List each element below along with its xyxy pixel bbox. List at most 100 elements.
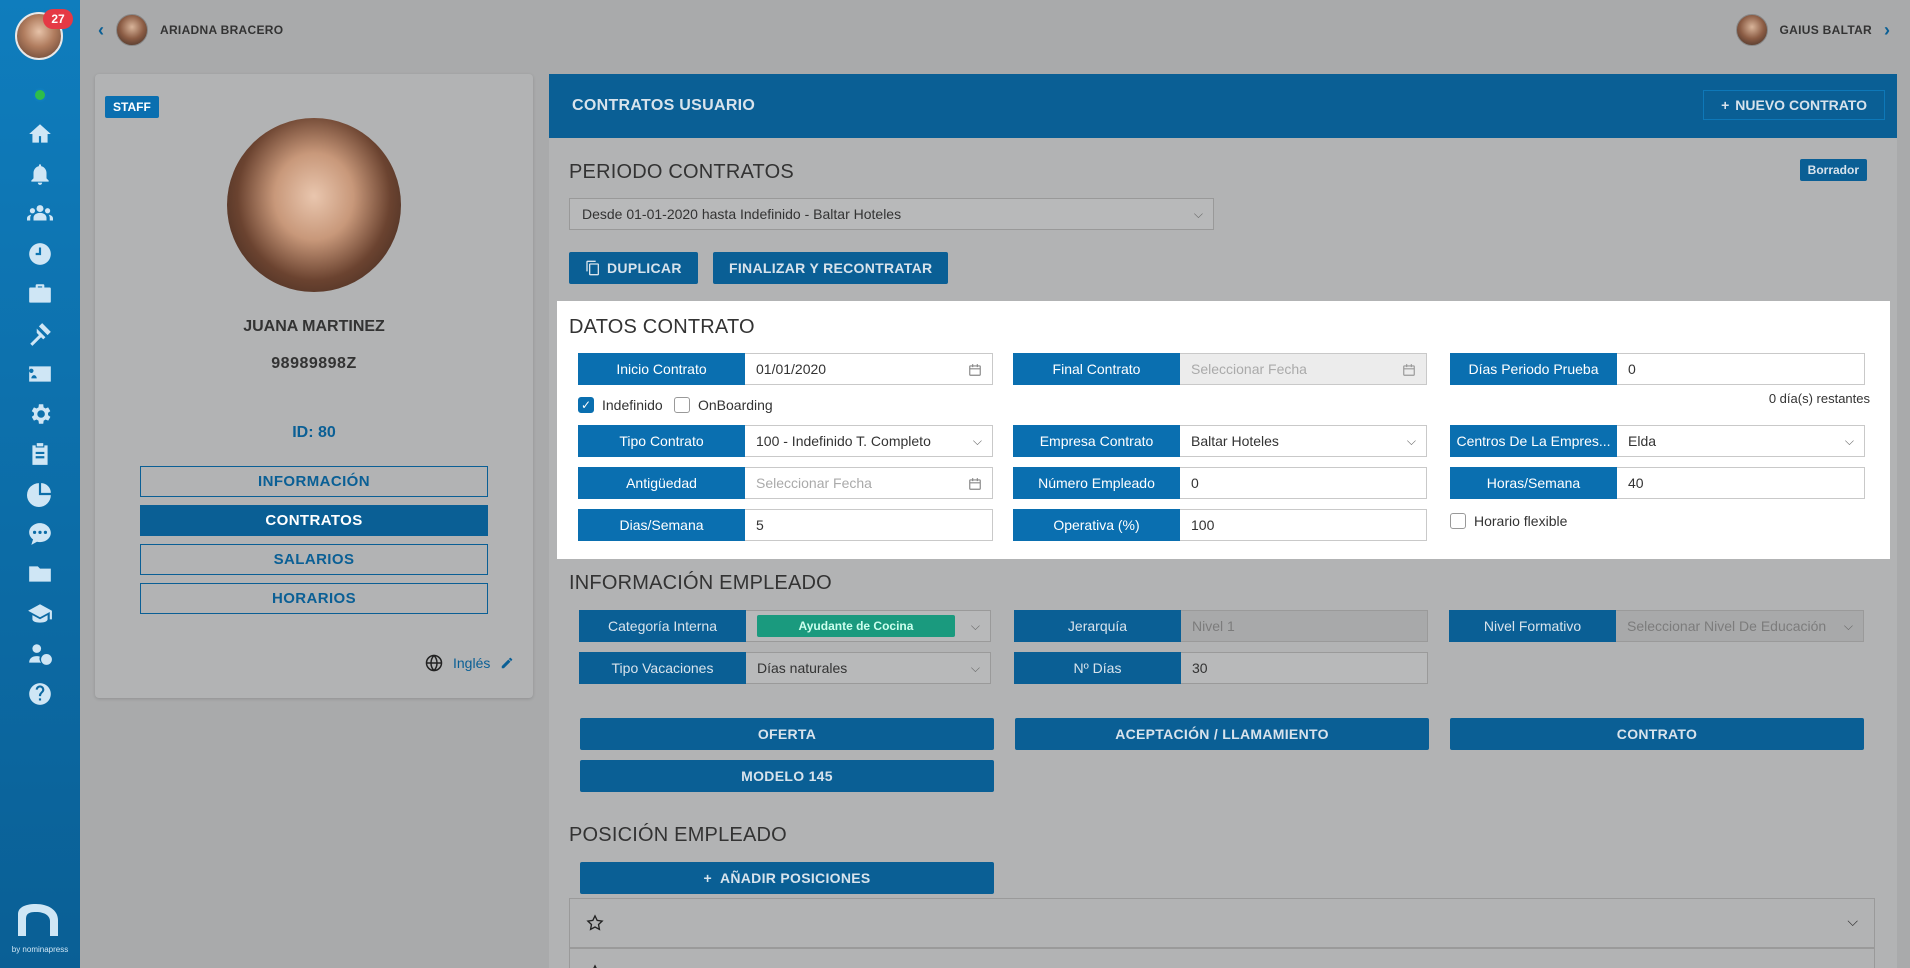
n-dias-label: Nº Días	[1014, 652, 1181, 684]
numero-empleado-input[interactable]: 0	[1180, 467, 1427, 499]
horario-flexible-checkbox[interactable]: Horario flexible	[1450, 513, 1567, 529]
oferta-button[interactable]: OFERTA	[580, 718, 994, 750]
gavel-icon[interactable]	[24, 318, 56, 350]
previous-user-nav[interactable]: ‹ ARIADNA BRACERO	[98, 14, 283, 46]
salarios-button[interactable]: SALARIOS	[140, 544, 488, 575]
next-user-nav[interactable]: GAIUS BALTAR ›	[1735, 14, 1890, 46]
chevron-down-icon: ⌵	[1406, 434, 1416, 448]
period-select[interactable]: Desde 01-01-2020 hasta Indefinido - Balt…	[569, 198, 1214, 230]
antiguedad-placeholder: Seleccionar Fecha	[756, 475, 872, 491]
pie-chart-icon[interactable]	[24, 478, 56, 510]
tipo-vacaciones-field: Tipo Vacaciones Días naturales ⌵	[579, 652, 991, 684]
duplicate-button[interactable]: DUPLICAR	[569, 252, 698, 284]
chevron-right-icon[interactable]: ›	[1884, 20, 1890, 41]
dias-periodo-prueba-input[interactable]: 0	[1617, 353, 1865, 385]
checkmark-icon[interactable]: ✓	[578, 397, 594, 413]
globe-icon	[425, 654, 443, 672]
nivel-formativo-label: Nivel Formativo	[1449, 610, 1616, 642]
new-contract-label: NUEVO CONTRATO	[1735, 97, 1867, 113]
chevron-down-icon: ⌵	[972, 434, 982, 448]
bell-icon[interactable]	[24, 158, 56, 190]
users-icon[interactable]	[24, 198, 56, 230]
final-contrato-input[interactable]: Seleccionar Fecha	[1180, 353, 1427, 385]
dias-semana-input[interactable]: 5	[745, 509, 993, 541]
previous-user-name[interactable]: ARIADNA BRACERO	[160, 23, 283, 37]
onboarding-checkbox[interactable]: OnBoarding	[674, 397, 773, 413]
contratos-button[interactable]: CONTRATOS	[140, 505, 488, 536]
tipo-contrato-select[interactable]: 100 - Indefinido T. Completo ⌵	[745, 425, 993, 457]
indefinido-checkbox[interactable]: ✓ Indefinido	[578, 397, 663, 413]
n-dias-input[interactable]: 30	[1181, 652, 1428, 684]
indefinido-label: Indefinido	[602, 397, 663, 413]
horas-semana-label: Horas/Semana	[1450, 467, 1617, 499]
horario-flexible-label: Horario flexible	[1474, 513, 1568, 529]
dias-periodo-prueba-label: Días Periodo Prueba	[1450, 353, 1617, 385]
notification-badge: 27	[43, 9, 73, 29]
topbar: ‹ ARIADNA BRACERO GAIUS BALTAR ›	[80, 0, 1910, 60]
add-positions-label: AÑADIR POSICIONES	[719, 870, 871, 886]
employee-name: JUANA MARTINEZ	[243, 318, 385, 335]
help-icon[interactable]	[24, 678, 56, 710]
modelo-145-button[interactable]: MODELO 145	[580, 760, 994, 792]
clock-icon[interactable]	[24, 238, 56, 270]
calendar-icon[interactable]	[968, 477, 982, 491]
finalize-rehire-button[interactable]: FINALIZAR Y RECONTRATAR	[713, 252, 949, 284]
tipo-vacaciones-select[interactable]: Días naturales ⌵	[746, 652, 991, 684]
add-positions-button[interactable]: + AÑADIR POSICIONES	[580, 862, 994, 894]
star-icon[interactable]	[586, 914, 604, 932]
antiguedad-field: Antigüedad Seleccionar Fecha	[578, 467, 993, 499]
nivel-formativo-select[interactable]: Seleccionar Nivel De Educación ⌵	[1616, 610, 1864, 642]
clipboard-icon[interactable]	[24, 438, 56, 470]
graduation-cap-icon[interactable]	[24, 598, 56, 630]
user-money-icon[interactable]	[24, 638, 56, 670]
plus-icon: +	[703, 870, 712, 886]
new-contract-button[interactable]: + NUEVO CONTRATO	[1703, 90, 1885, 120]
centros-empresa-select[interactable]: Elda ⌵	[1617, 425, 1865, 457]
period-select-value: Desde 01-01-2020 hasta Indefinido - Balt…	[582, 206, 902, 222]
jerarquia-input: Nivel 1	[1181, 610, 1428, 642]
jerarquia-field: Jerarquía Nivel 1	[1014, 610, 1428, 642]
horas-semana-field: Horas/Semana 40	[1450, 467, 1865, 499]
pencil-icon[interactable]	[500, 656, 514, 670]
copy-icon	[586, 260, 599, 276]
next-user-name[interactable]: GAIUS BALTAR	[1780, 23, 1872, 37]
chevron-left-icon[interactable]: ‹	[98, 20, 104, 41]
star-icon[interactable]	[586, 964, 604, 968]
id-card-icon[interactable]	[24, 358, 56, 390]
nivel-formativo-field: Nivel Formativo Seleccionar Nivel De Edu…	[1449, 610, 1864, 642]
language-selector[interactable]: Inglés	[425, 654, 514, 672]
inicio-contrato-input[interactable]: 01/01/2020	[745, 353, 993, 385]
chevron-down-icon: ⌵	[1193, 206, 1203, 221]
informacion-button[interactable]: INFORMACIÓN	[140, 466, 488, 497]
gear-icon[interactable]	[24, 398, 56, 430]
jerarquia-label: Jerarquía	[1014, 610, 1181, 642]
home-icon[interactable]	[24, 118, 56, 150]
position-row[interactable]	[569, 948, 1875, 968]
folder-icon[interactable]	[24, 558, 56, 590]
employee-dni: 98989898Z	[271, 355, 357, 372]
employee-id: ID: 80	[292, 424, 336, 441]
dias-restantes-text: 0 día(s) restantes	[1768, 391, 1870, 406]
language-label[interactable]: Inglés	[453, 655, 490, 671]
current-user-avatar[interactable]: 27	[15, 9, 73, 60]
empresa-contrato-select[interactable]: Baltar Hoteles ⌵	[1180, 425, 1427, 457]
horas-semana-input[interactable]: 40	[1617, 467, 1865, 499]
checkbox-box[interactable]	[1450, 513, 1466, 529]
briefcase-icon[interactable]	[24, 278, 56, 310]
calendar-icon[interactable]	[1402, 363, 1416, 377]
calendar-icon[interactable]	[968, 363, 982, 377]
categoria-interna-select[interactable]: Ayudante de Cocina ⌵	[746, 610, 991, 642]
final-contrato-placeholder: Seleccionar Fecha	[1191, 361, 1307, 377]
contrato-button[interactable]: CONTRATO	[1450, 718, 1864, 750]
chat-icon[interactable]	[24, 518, 56, 550]
horarios-button[interactable]: HORARIOS	[140, 583, 488, 614]
aceptacion-llamamiento-button[interactable]: ACEPTACIÓN / LLAMAMIENTO	[1015, 718, 1429, 750]
dias-semana-field: Dias/Semana 5	[578, 509, 993, 541]
profile-photo	[227, 118, 401, 292]
checkbox-box[interactable]	[674, 397, 690, 413]
numero-empleado-field: Número Empleado 0	[1013, 467, 1427, 499]
antiguedad-input[interactable]: Seleccionar Fecha	[745, 467, 993, 499]
position-row[interactable]: ⌵	[569, 898, 1875, 948]
operativa-input[interactable]: 100	[1180, 509, 1427, 541]
chevron-down-icon[interactable]: ⌵	[1847, 913, 1858, 930]
